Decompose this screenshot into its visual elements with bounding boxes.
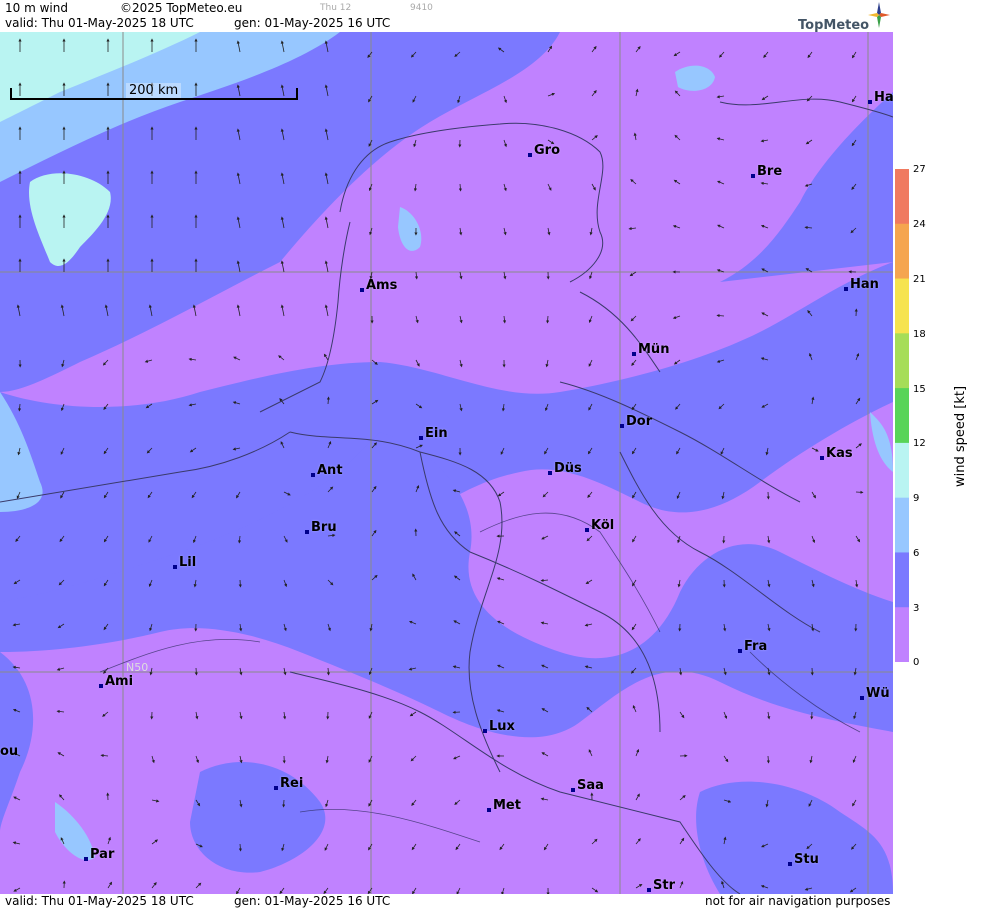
disclaimer: not for air navigation purposes: [705, 894, 891, 908]
city-label: Bre: [751, 164, 782, 179]
legend-color-step: [895, 333, 909, 389]
header-bar: 10 m wind ©2025 TopMeteo.eu Thu 12 9410 …: [0, 0, 893, 32]
legend-color-step: [895, 442, 909, 499]
generated-time: gen: 01-May-2025 16 UTC: [234, 16, 391, 30]
legend-color-step: [895, 223, 909, 280]
wind-arrow: [238, 843, 242, 852]
legend-color-step: [895, 388, 909, 444]
legend-color-step: [895, 497, 909, 553]
city-label: Gro: [528, 143, 560, 158]
city-label: Kas: [820, 446, 853, 461]
wind-arrow: [458, 183, 462, 192]
legend-tick: 3: [913, 603, 920, 614]
product-title: 10 m wind: [5, 1, 68, 15]
compass-star-icon: [868, 2, 890, 28]
latitude-label: N50: [126, 661, 149, 674]
legend-color-step: [895, 169, 909, 225]
wind-arrow: [546, 315, 550, 324]
wind-speed-legend: 27 24 21 18 15 12 9 6 3 0 wind speed [kt…: [893, 0, 983, 909]
city-label: Stu: [788, 852, 819, 867]
city-label: ou: [0, 744, 19, 759]
city-label: Ha: [868, 90, 894, 105]
city-label: Bru: [305, 520, 337, 535]
footer-generated-time: gen: 01-May-2025 16 UTC: [234, 894, 391, 908]
city-label: Lux: [483, 719, 515, 734]
faint-day-label: Thu 12: [320, 3, 352, 13]
wind-arrow: [716, 314, 725, 318]
logo-text: TopMeteo: [798, 18, 870, 33]
city-label: Dor: [620, 414, 652, 429]
wind-arrow: [326, 667, 331, 676]
legend-title: wind speed [kt]: [953, 385, 968, 487]
wind-arrow: [326, 396, 330, 405]
city-label: Ams: [360, 278, 397, 293]
city-label: Han: [844, 277, 879, 292]
city-label: Köl: [585, 518, 614, 533]
city-label: Mün: [632, 342, 669, 357]
legend-color-step: [895, 607, 909, 662]
legend-tick: 18: [913, 329, 926, 340]
legend-tick: 27: [913, 164, 926, 175]
copyright-text: ©2025 TopMeteo.eu: [120, 1, 243, 15]
city-label: Ami: [99, 674, 133, 689]
legend-colorbar: [895, 169, 909, 662]
legend-tick: 0: [913, 657, 920, 668]
city-label: Saa: [571, 778, 604, 793]
city-label: Met: [487, 798, 521, 813]
legend-tick: 24: [913, 219, 926, 230]
legend-tick: 9: [913, 493, 920, 504]
city-label: Ein: [419, 426, 448, 441]
legend-tick: 6: [913, 548, 920, 559]
valid-time: valid: Thu 01-May-2025 18 UTC: [5, 16, 194, 30]
city-label: Lil: [173, 555, 196, 570]
city-label: Ant: [311, 463, 343, 478]
city-label: Fra: [738, 639, 767, 654]
footer-bar: valid: Thu 01-May-2025 18 UTC gen: 01-Ma…: [0, 894, 893, 909]
scale-bar: 200 km: [10, 83, 298, 100]
city-label: Str: [647, 878, 675, 893]
city-label: Wü: [860, 686, 890, 701]
faint-code-label: 9410: [410, 3, 433, 13]
wind-field-svg: [0, 32, 893, 894]
city-label: Rei: [274, 776, 303, 791]
legend-tick: 21: [913, 274, 926, 285]
wind-map[interactable]: 200 km: [0, 32, 893, 894]
legend-color-step: [895, 278, 909, 334]
scale-label: 200 km: [126, 83, 182, 98]
topmeteo-logo: TopMeteo: [798, 2, 893, 34]
legend-tick: 15: [913, 384, 926, 395]
city-label: Düs: [548, 461, 582, 476]
footer-valid-time: valid: Thu 01-May-2025 18 UTC: [5, 894, 194, 908]
city-label: Par: [84, 847, 114, 862]
legend-tick: 12: [913, 438, 926, 449]
legend-color-step: [895, 552, 909, 608]
